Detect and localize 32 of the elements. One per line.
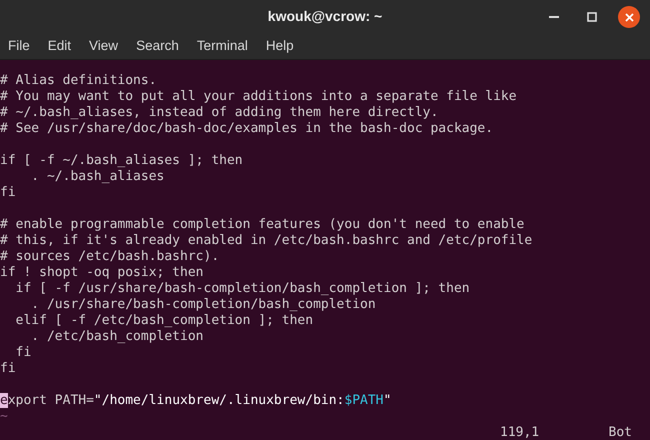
- maximize-icon: [587, 12, 597, 22]
- code-line: # sources /etc/bash.bashrc).: [0, 249, 220, 265]
- code-line: # ~/.bash_aliases, instead of adding them here directly.: [0, 105, 438, 121]
- scroll-position: Bot: [608, 425, 632, 440]
- code-line: fi: [0, 361, 16, 377]
- menu-item[interactable]: Help: [262, 36, 298, 56]
- menu-item[interactable]: File: [4, 36, 34, 56]
- code-line: # enable programmable completion features (you don't need to enable: [0, 217, 524, 233]
- menu-item[interactable]: Search: [132, 36, 183, 56]
- code-line: # You may want to put all your additions into a separate file like: [0, 89, 517, 105]
- code-line: # this, if it's already enabled in /etc/bash.bashrc and /etc/profile: [0, 233, 532, 249]
- code-line: # See /usr/share/doc/bash-doc/examples in the bash-doc package.: [0, 121, 494, 137]
- menu-item[interactable]: Edit: [44, 36, 76, 56]
- menu-item[interactable]: View: [85, 36, 122, 56]
- code-line: # Alias definitions.: [0, 73, 157, 89]
- code-line: . ~/.bash_aliases: [30, 169, 164, 185]
- code-line: if [ -f /usr/share/bash-completion/bash_completion ]; then: [14, 281, 470, 297]
- code-line: fi: [0, 185, 16, 201]
- code-line: if ! shopt -oq posix; then: [0, 265, 204, 281]
- code-line: export PATH="/home/linuxbrew/.linuxbrew/bin:$PATH": [0, 393, 392, 409]
- close-button[interactable]: [618, 6, 640, 28]
- code-line: if [ -f ~/.bash_aliases ]; then: [0, 153, 243, 169]
- menu-item[interactable]: Terminal: [192, 36, 252, 56]
- window-title: kwouk@vcrow: ~: [268, 7, 382, 26]
- tilde-marker: ~: [0, 409, 8, 424]
- code-line: . /etc/bash_completion: [30, 329, 204, 345]
- close-icon: [624, 12, 634, 22]
- code-line: elif [ -f /etc/bash_completion ]; then: [14, 313, 314, 329]
- code-line: fi: [14, 345, 32, 361]
- minimize-icon: [549, 16, 559, 18]
- code-line: . /usr/share/bash-completion/bash_completion: [30, 297, 376, 313]
- cursor-position: 119,1: [500, 425, 540, 440]
